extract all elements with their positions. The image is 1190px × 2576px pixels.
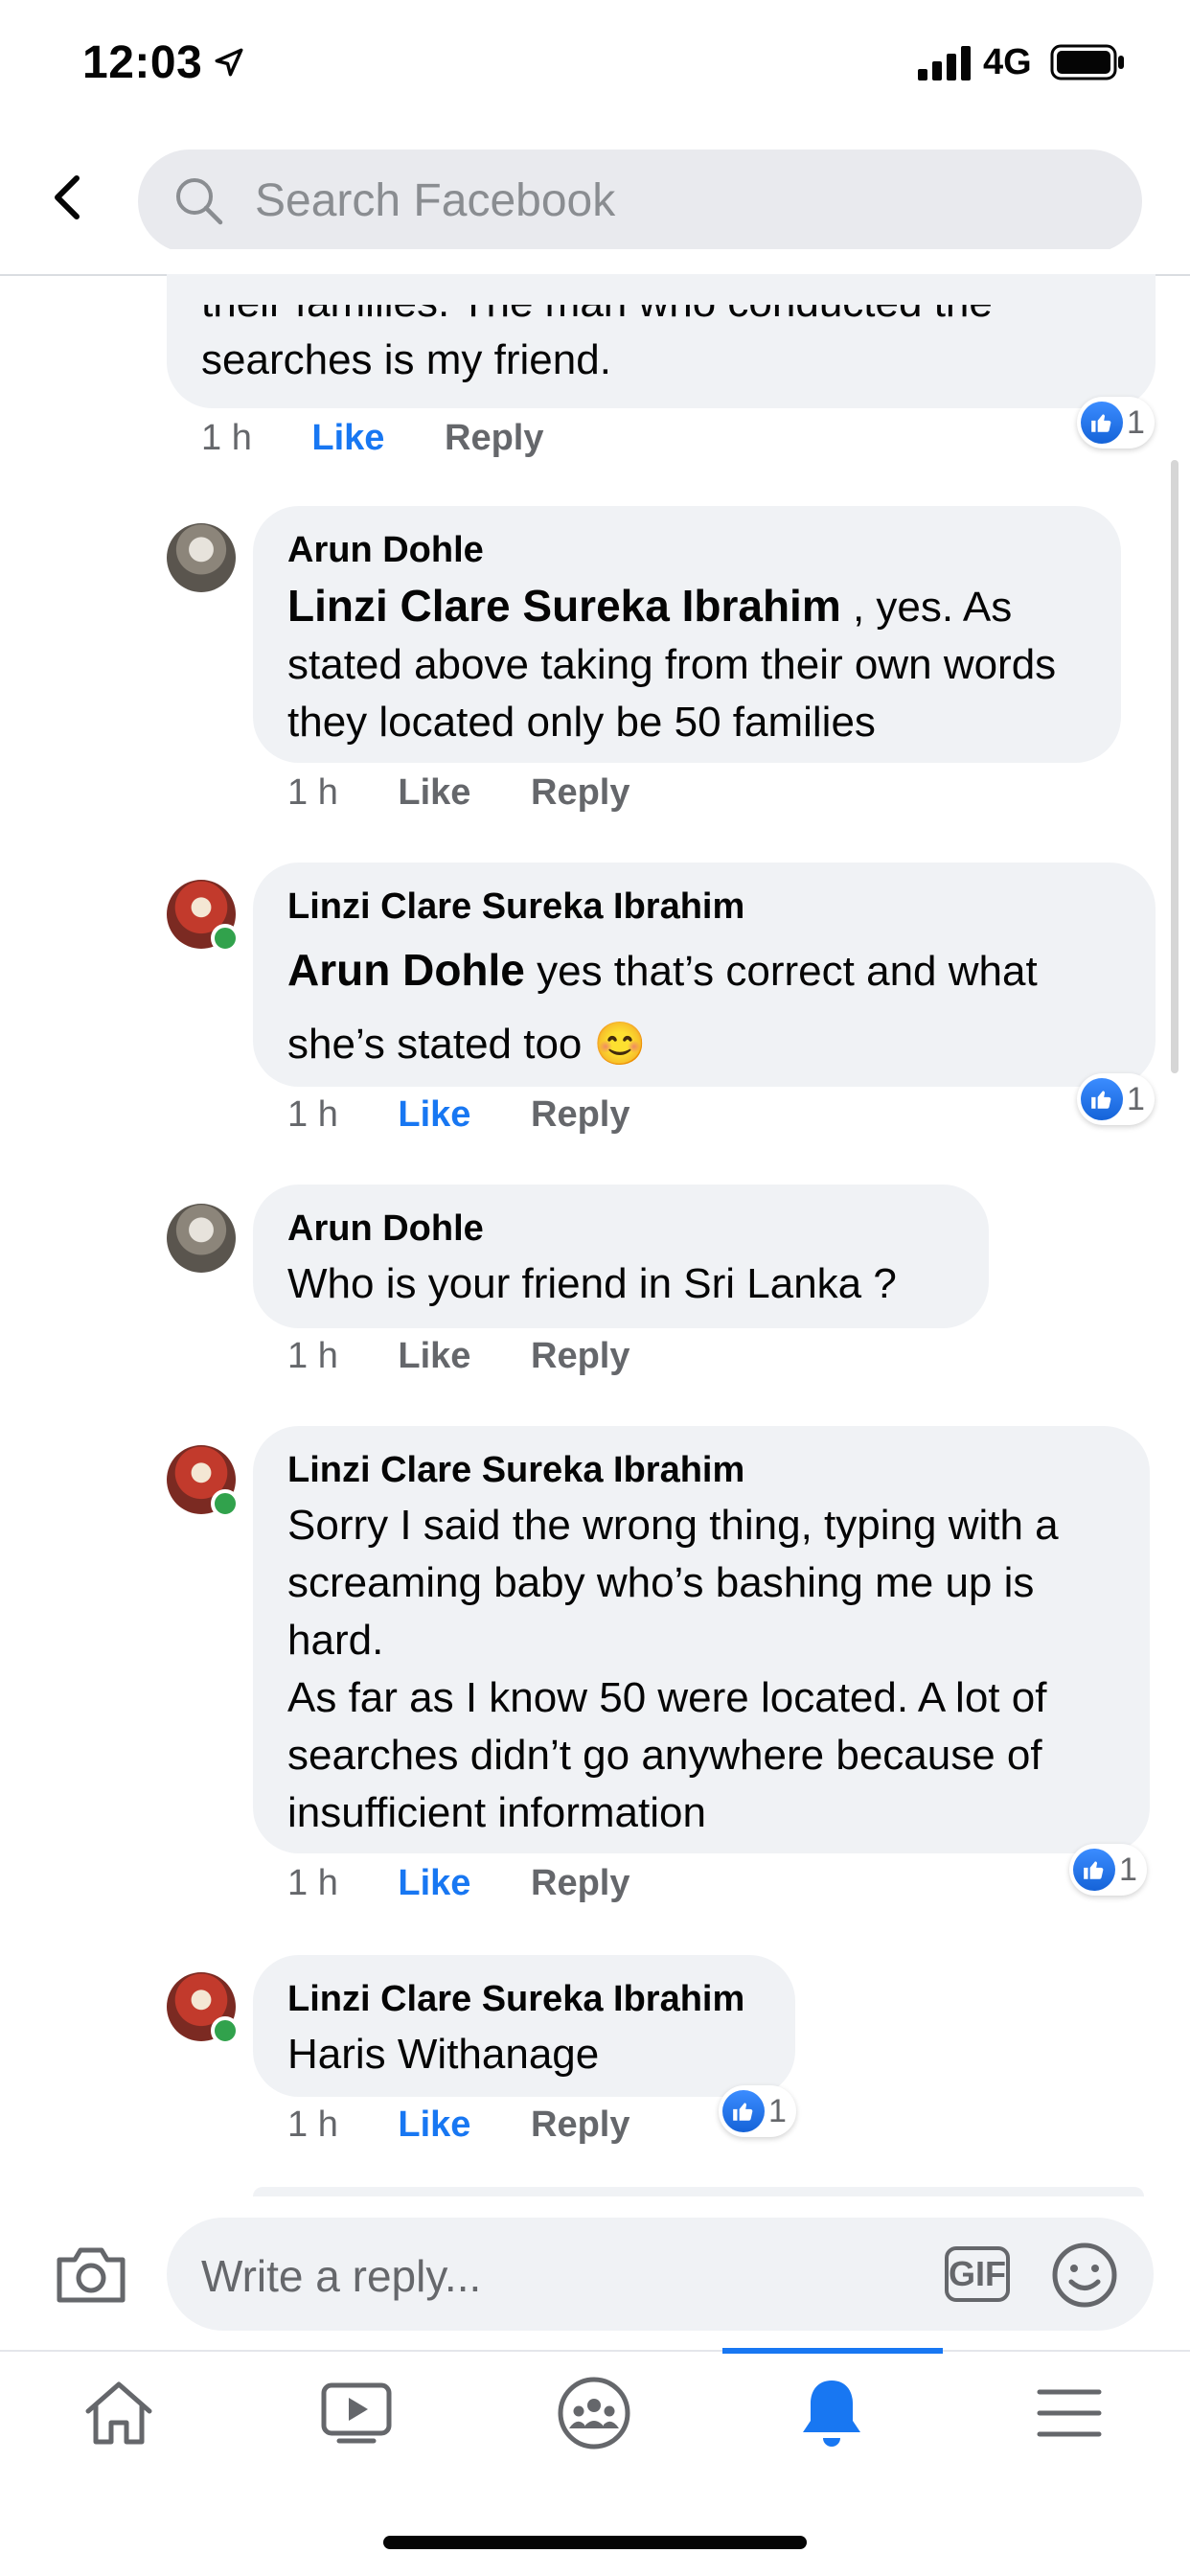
reaction-count[interactable]: 1 (1077, 1073, 1155, 1125)
reaction-count[interactable]: 1 (1069, 1844, 1147, 1896)
avatar[interactable] (167, 1445, 240, 1518)
online-status-dot (211, 1489, 240, 1518)
comment-time: 1 h (287, 2104, 338, 2145)
tab-watch[interactable] (309, 2375, 404, 2451)
scroll-mask (0, 249, 1190, 274)
back-button[interactable] (42, 171, 96, 224)
comment-bubble[interactable]: Arun Dohle Linzi Clare Sureka Ibrahim , … (253, 506, 1121, 763)
home-icon (85, 2381, 152, 2445)
search-input[interactable]: Search Facebook (255, 174, 615, 227)
comment-text: Who is your friend in Sri Lanka ? (287, 1260, 897, 1307)
comment-time: 1 h (201, 418, 252, 458)
reaction-number: 1 (768, 2092, 787, 2129)
online-status-dot (211, 2016, 240, 2045)
comment-time: 1 h (287, 1863, 338, 1903)
comment-time: 1 h (287, 1336, 338, 1376)
camera-icon[interactable] (54, 2242, 128, 2311)
reply-button[interactable]: Reply (531, 2104, 629, 2145)
reaction-count[interactable]: 1 (1077, 397, 1155, 448)
comment-author[interactable]: Linzi Clare Sureka Ibrahim (287, 886, 1121, 928)
reaction-count[interactable]: 1 (719, 2085, 796, 2137)
scrollbar[interactable] (1171, 460, 1179, 1073)
online-status-dot (211, 924, 240, 953)
reply-button[interactable]: Reply (531, 1336, 629, 1376)
battery-icon (1050, 44, 1127, 85)
bubble-fill (167, 276, 1156, 305)
comment-actions: 1 h Like Reply (287, 1094, 679, 1136)
thumbs-up-icon (1073, 1849, 1115, 1891)
thumbs-up-icon (722, 2090, 765, 2132)
emoji-icon[interactable] (1050, 2241, 1119, 2314)
home-indicator[interactable] (383, 2536, 807, 2549)
like-button[interactable]: Like (398, 1863, 470, 1903)
chevron-left-icon (55, 175, 80, 219)
video-icon (321, 2382, 392, 2444)
thumbs-up-icon (1081, 1078, 1123, 1120)
comment-bubble[interactable]: Linzi Clare Sureka Ibrahim Sorry I said … (253, 1426, 1150, 1853)
comment-bubble[interactable]: Linzi Clare Sureka Ibrahim Arun Dohle ye… (253, 862, 1156, 1087)
network-type: 4G (983, 42, 1032, 82)
comment-actions: 1 h Like Reply (287, 2104, 679, 2146)
comment-bubble[interactable]: Linzi Clare Sureka Ibrahim Haris Withana… (253, 1955, 795, 2097)
tab-menu[interactable] (1021, 2375, 1117, 2451)
location-arrow-icon (213, 46, 245, 83)
comment-text: Haris Withanage (287, 2031, 600, 2078)
like-button[interactable]: Like (311, 418, 384, 458)
avatar[interactable] (167, 523, 236, 592)
reply-button[interactable]: Reply (445, 418, 543, 458)
mention-link[interactable]: Arun Dohle (287, 945, 525, 995)
next-comment-peek (253, 2187, 1144, 2196)
comment-author[interactable]: Arun Dohle (287, 529, 1087, 571)
reply-button[interactable]: Reply (531, 1863, 629, 1903)
active-tab-indicator (722, 2348, 943, 2354)
avatar[interactable] (167, 1204, 236, 1273)
comment-time: 1 h (287, 772, 338, 813)
reaction-number: 1 (1119, 1851, 1137, 1888)
comment-actions: 1 h Like Reply (287, 1336, 679, 1377)
gif-button[interactable]: GIF (945, 2246, 1010, 2302)
thumbs-up-icon (1081, 402, 1123, 444)
tab-home[interactable] (71, 2375, 167, 2451)
cellular-signal-icon (918, 46, 972, 85)
search-icon (172, 174, 226, 233)
comment-text: As far as I know 50 were located. A lot … (287, 1674, 1047, 1836)
comment-author[interactable]: Linzi Clare Sureka Ibrahim (287, 1978, 761, 2020)
reply-button[interactable]: Reply (531, 772, 629, 813)
like-button[interactable]: Like (398, 1094, 470, 1135)
comment-actions: 1 h Like Reply (201, 418, 593, 459)
like-button[interactable]: Like (398, 772, 470, 813)
like-button[interactable]: Like (398, 1336, 470, 1376)
comment-text: Sorry I said the wrong thing, typing wit… (287, 1502, 1059, 1664)
groups-icon (558, 2377, 630, 2450)
search-bar[interactable]: Search Facebook (138, 150, 1142, 253)
tab-bar-divider (0, 2350, 1190, 2352)
bell-icon (803, 2380, 860, 2447)
reaction-number: 1 (1127, 1080, 1145, 1117)
comment-time: 1 h (287, 1094, 338, 1135)
like-button[interactable]: Like (398, 2104, 470, 2145)
comment-bubble[interactable]: Arun Dohle Who is your friend in Sri Lan… (253, 1184, 989, 1328)
avatar[interactable] (167, 1972, 240, 2045)
avatar[interactable] (167, 880, 240, 953)
reply-button[interactable]: Reply (531, 1094, 629, 1135)
hamburger-menu-icon (1037, 2389, 1102, 2437)
reply-input[interactable]: Write a reply... GIF (167, 2218, 1154, 2331)
comment-author[interactable]: Arun Dohle (287, 1208, 954, 1250)
comment-actions: 1 h Like Reply (287, 772, 679, 814)
reaction-number: 1 (1127, 403, 1145, 441)
tab-notifications[interactable] (784, 2375, 880, 2451)
comment-actions: 1 h Like Reply (287, 1863, 679, 1904)
tab-groups[interactable] (546, 2375, 642, 2451)
mention-link[interactable]: Linzi Clare Sureka Ibrahim (287, 581, 841, 631)
comment-author[interactable]: Linzi Clare Sureka Ibrahim (287, 1449, 1115, 1491)
reply-placeholder: Write a reply... (201, 2251, 482, 2301)
comment-text: searches is my friend. (201, 336, 611, 383)
status-time: 12:03 (82, 37, 203, 88)
